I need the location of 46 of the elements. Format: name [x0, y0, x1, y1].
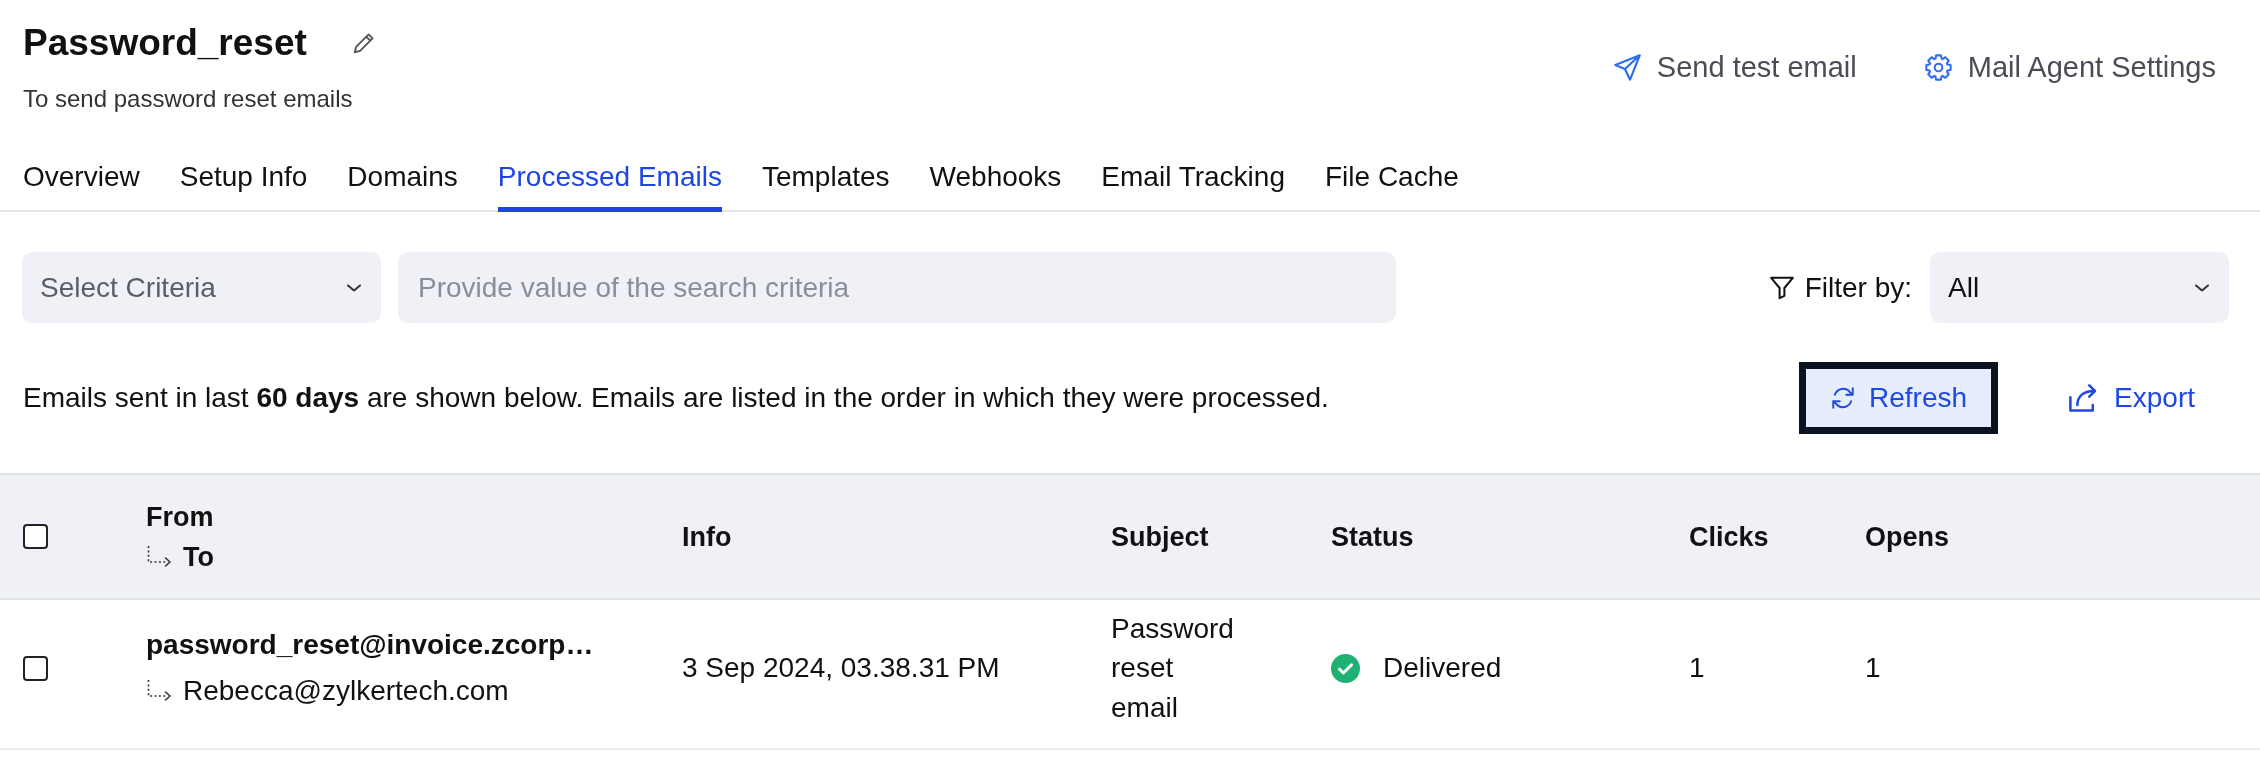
refresh-icon	[1830, 385, 1857, 411]
send-test-email-button[interactable]: Send test email	[1613, 49, 1857, 85]
filter-dropdown[interactable]: All	[1930, 252, 2229, 323]
export-icon	[2069, 384, 2098, 412]
table-cell: 1	[1865, 652, 1881, 683]
table-cell: 3 Sep 2024, 03.38.31 PM	[682, 652, 1000, 683]
search-field[interactable]: Provide value of the search criteria	[398, 252, 1396, 323]
tab[interactable]: Webhooks	[929, 114, 1062, 212]
check-circle-icon	[1331, 653, 1360, 683]
chevron-icon	[2195, 283, 2209, 292]
chevron-icon	[347, 283, 361, 292]
page-title: Password_reset	[23, 21, 307, 65]
criteria-dropdown[interactable]: Select Criteria	[22, 252, 381, 323]
recipient-email: Rebecca@zylkertech.com	[183, 674, 509, 708]
column-header: Status	[1331, 521, 1414, 552]
column-header: Info	[682, 521, 732, 552]
filter-label: Filter by:	[1804, 270, 1912, 305]
column-header: From	[146, 501, 214, 532]
notice-text: Emails sent in last 60 days are shown below. Emails are listed in the order in which they were processed.	[23, 381, 1330, 415]
export-button[interactable]: Export	[2035, 362, 2229, 434]
table-cell: 1	[1689, 652, 1705, 683]
paper-plane-icon	[1613, 53, 1641, 81]
tab[interactable]: Email Tracking	[1101, 114, 1285, 212]
gear-icon	[1924, 53, 1952, 81]
column-header: To	[183, 540, 214, 574]
page-description: To send password reset emails	[23, 84, 354, 114]
tab[interactable]: Processed Emails	[497, 114, 722, 212]
refresh-button[interactable]: Refresh	[1799, 362, 1999, 434]
checkbox[interactable]	[23, 524, 48, 549]
funnel-icon	[1769, 275, 1794, 300]
dotted-arrow-icon	[146, 680, 173, 702]
mail-agent-settings-button[interactable]: Mail Agent Settings	[1924, 49, 2216, 85]
tab[interactable]: Overview	[23, 114, 140, 212]
tab[interactable]: Templates	[761, 114, 890, 212]
column-header: Opens	[1865, 521, 1950, 552]
dotted-arrow-icon	[146, 545, 173, 568]
sender-email: password_reset@invoice.zcorp…	[146, 629, 594, 660]
table-cell-text: Password reset email	[1111, 611, 1235, 725]
tab[interactable]: Setup Info	[179, 114, 308, 212]
column-header: Subject	[1111, 521, 1209, 552]
checkbox[interactable]	[23, 655, 48, 681]
tab[interactable]: Domains	[347, 114, 458, 212]
tab[interactable]: File Cache	[1325, 114, 1459, 212]
column-header: Clicks	[1689, 521, 1769, 552]
status-text: Delivered	[1383, 651, 1502, 685]
pencil-icon[interactable]	[352, 32, 375, 54]
